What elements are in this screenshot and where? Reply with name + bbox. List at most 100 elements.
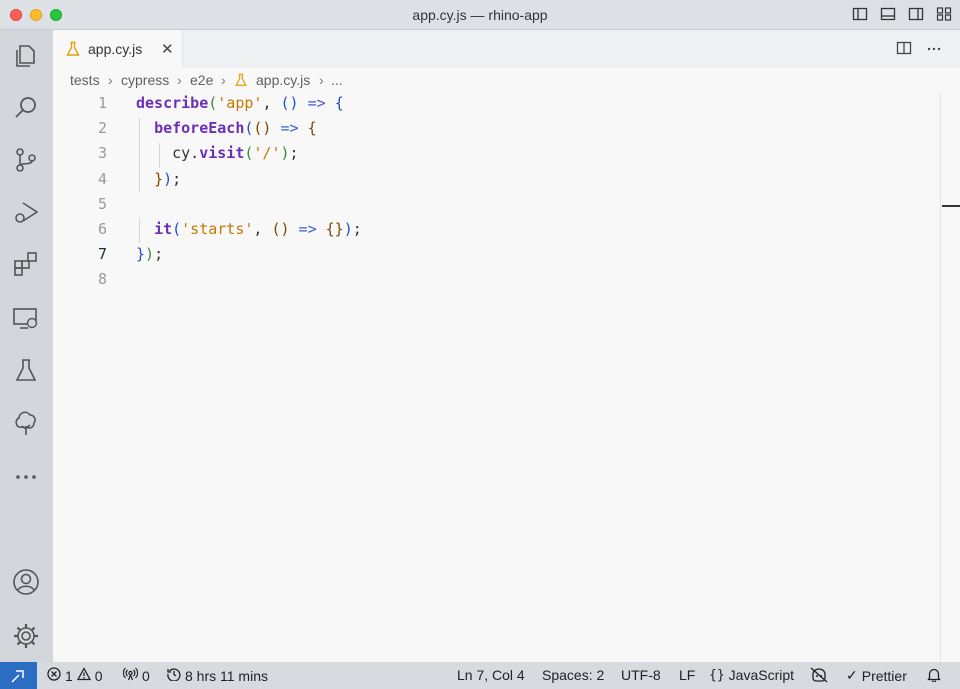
cypress-flask-icon	[234, 73, 248, 90]
indent-guide	[139, 118, 140, 193]
scrollbar[interactable]	[940, 93, 941, 662]
toggle-secondary-sidebar-icon[interactable]	[908, 6, 924, 22]
code-token: =>	[298, 94, 335, 112]
search-icon[interactable]	[12, 94, 40, 122]
indentation-text: Spaces: 2	[542, 667, 605, 683]
remote-explorer-icon[interactable]	[12, 304, 40, 332]
code-line[interactable]: });	[136, 245, 163, 263]
copilot-disabled-icon[interactable]	[810, 667, 828, 683]
explorer-icon[interactable]	[12, 42, 40, 70]
code-token: it	[154, 220, 173, 238]
chevron-right-icon: ›	[177, 72, 182, 88]
line-number: 2	[97, 119, 107, 138]
run-debug-icon[interactable]	[12, 198, 40, 226]
code-token: ;	[352, 220, 362, 238]
window-title: app.cy.js — rhino-app	[412, 7, 548, 23]
eol-text: LF	[679, 667, 696, 683]
more-actions-icon[interactable]	[926, 40, 942, 61]
breadcrumb-item[interactable]: tests	[70, 72, 100, 88]
breadcrumb-item[interactable]: e2e	[190, 72, 213, 88]
account-icon[interactable]	[12, 568, 40, 596]
indent-guide	[139, 218, 140, 243]
eol-indicator[interactable]: LF	[679, 667, 695, 683]
problems-indicator[interactable]: 1 0	[47, 667, 103, 684]
code-token: ()	[253, 119, 272, 138]
line-number: 1	[97, 94, 107, 112]
cursor-position[interactable]: Ln 7, Col 4	[457, 667, 525, 683]
code-token: {}	[325, 220, 344, 238]
line-number: 3	[97, 144, 107, 163]
encoding-text: UTF-8	[621, 667, 661, 683]
code-editor[interactable]: 12345678 describe('app', () => { beforeE…	[53, 93, 960, 662]
code-line[interactable]: beforeEach(() => {	[136, 119, 317, 137]
breadcrumb-item[interactable]: app.cy.js	[256, 72, 310, 88]
activity-bar	[0, 30, 53, 662]
code-line[interactable]: it('starts', () => {});	[136, 220, 362, 238]
code-token: ;	[154, 245, 164, 264]
title-bar: app.cy.js — rhino-app	[0, 0, 960, 30]
ports-indicator[interactable]: 0	[122, 667, 150, 684]
code-token: )	[163, 169, 173, 188]
prettier-status[interactable]: ✓ Prettier	[846, 667, 907, 684]
notifications-bell-icon[interactable]	[927, 667, 941, 682]
code-token: {	[307, 119, 317, 138]
tab-bar: app.cy.js ✕	[53, 30, 960, 68]
cursor-position-marker	[942, 205, 960, 207]
chevron-right-icon: ›	[319, 72, 324, 88]
toggle-primary-sidebar-icon[interactable]	[852, 6, 868, 22]
language-mode[interactable]: {} JavaScript	[709, 667, 794, 683]
remote-indicator[interactable]	[0, 662, 37, 689]
split-editor-icon[interactable]	[896, 40, 912, 61]
toggle-panel-icon[interactable]	[880, 6, 896, 22]
more-icon[interactable]	[12, 462, 40, 490]
warning-count: 0	[94, 667, 103, 684]
chevron-right-icon: ›	[221, 72, 226, 88]
indent-guide	[159, 143, 160, 168]
line-number: 6	[97, 220, 107, 238]
line-number: 8	[97, 270, 107, 289]
breadcrumb-item[interactable]: ...	[331, 72, 343, 88]
broadcast-icon	[122, 667, 139, 684]
tab-label: app.cy.js	[88, 41, 143, 57]
code-token: )	[145, 245, 155, 264]
close-icon[interactable]: ✕	[161, 40, 174, 58]
line-number: 4	[97, 169, 107, 188]
encoding-indicator[interactable]: UTF-8	[621, 667, 661, 683]
customize-layout-icon[interactable]	[936, 6, 952, 22]
code-token: =>	[271, 119, 308, 138]
time-text: 8 hrs 11 mins	[185, 667, 268, 684]
breadcrumb-item[interactable]: cypress	[121, 72, 169, 88]
code-token: =>	[289, 220, 326, 238]
tree-icon[interactable]	[12, 410, 40, 438]
indentation-indicator[interactable]: Spaces: 2	[542, 667, 604, 683]
remote-icon	[11, 670, 24, 683]
code-token: 'starts'	[181, 220, 254, 238]
code-token: ()	[280, 94, 299, 112]
braces-icon: {}	[709, 667, 725, 683]
tab-app-cy-js[interactable]: app.cy.js ✕	[53, 30, 183, 68]
code-token: ;	[289, 144, 299, 163]
source-control-icon[interactable]	[12, 146, 40, 174]
code-token: visit	[199, 144, 245, 163]
code-token: )	[343, 220, 353, 238]
code-line[interactable]: describe('app', () => {	[136, 94, 344, 112]
code-token: )	[280, 144, 290, 163]
history-icon	[167, 667, 181, 684]
code-line[interactable]: });	[136, 170, 181, 188]
code-token: }	[154, 169, 164, 188]
code-token: ()	[271, 220, 290, 238]
extensions-icon[interactable]	[12, 250, 40, 278]
code-token: (	[208, 94, 218, 112]
check-icon: ✓	[846, 667, 858, 683]
testing-icon[interactable]	[12, 356, 40, 384]
ports-count: 0	[142, 667, 150, 684]
time-tracker[interactable]: 8 hrs 11 mins	[167, 667, 268, 684]
code-line[interactable]: cy.visit('/');	[136, 144, 299, 163]
code-token: beforeEach	[154, 119, 245, 138]
error-count: 1	[65, 667, 73, 684]
code-token: {	[334, 94, 344, 112]
settings-gear-icon[interactable]	[12, 622, 40, 650]
code-token: ;	[172, 169, 182, 188]
code-token: }	[136, 245, 146, 264]
line-number: 7	[97, 245, 107, 264]
